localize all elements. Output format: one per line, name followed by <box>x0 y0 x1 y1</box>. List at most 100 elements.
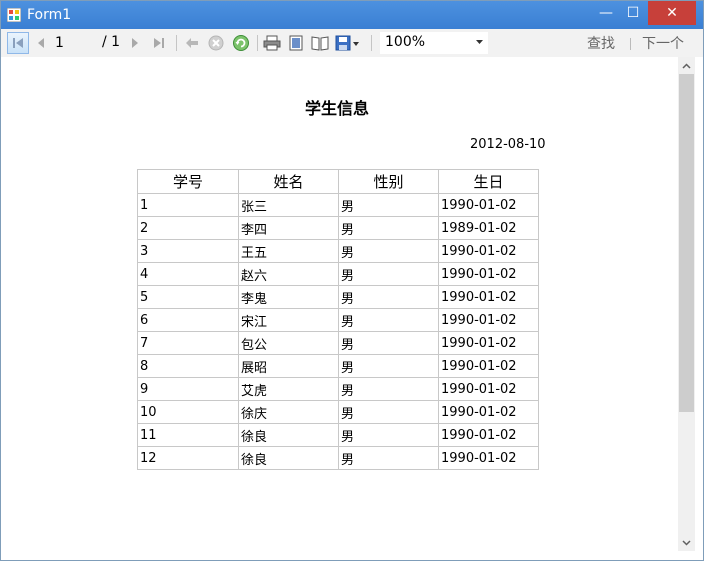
cell-gender: 男 <box>338 377 439 401</box>
export-button[interactable] <box>334 33 362 53</box>
cell-birthday: 1990-01-02 <box>438 308 539 332</box>
print-icon <box>263 35 281 51</box>
print-layout-button[interactable] <box>286 33 306 53</box>
find-next-button[interactable]: 下一个 <box>642 33 684 53</box>
cell-id: 5 <box>137 285 239 309</box>
current-page-input[interactable] <box>53 32 97 54</box>
table-row: 1 张三男 1990-01-02 <box>137 193 539 217</box>
cell-id: 2 <box>137 216 239 240</box>
cell-name: 徐良 <box>238 423 339 447</box>
cell-gender: 男 <box>338 285 439 309</box>
report-viewer[interactable]: 学生信息 2012-08-10 学号 姓名 性别 生日 1 张三男 1990-01-… <box>1 57 678 559</box>
app-window: Form1 — ☐ ✕ / 1 <box>0 0 704 561</box>
page-setup-icon <box>311 36 329 51</box>
table-row: 2 李四男 1989-01-02 <box>137 216 539 240</box>
column-header-id: 学号 <box>137 169 239 194</box>
prev-page-icon <box>38 38 44 48</box>
cell-name: 展昭 <box>238 354 339 378</box>
cell-gender: 男 <box>338 423 439 447</box>
cell-birthday: 1990-01-02 <box>438 423 539 447</box>
report-title: 学生信息 <box>304 99 369 118</box>
vertical-scrollbar[interactable] <box>678 57 695 551</box>
stop-button[interactable] <box>207 33 225 53</box>
table-row: 11 徐良男 1990-01-02 <box>137 423 539 447</box>
cell-gender: 男 <box>338 308 439 332</box>
first-page-button[interactable] <box>7 32 29 54</box>
cell-id: 8 <box>137 354 239 378</box>
cell-name: 赵六 <box>238 262 339 286</box>
cell-gender: 男 <box>338 400 439 424</box>
page-setup-button[interactable] <box>310 33 330 53</box>
table-row: 5 李鬼男 1990-01-02 <box>137 285 539 309</box>
export-icon <box>335 35 359 51</box>
cell-birthday: 1990-01-02 <box>438 354 539 378</box>
table-row: 4 赵六男 1990-01-02 <box>137 262 539 286</box>
cell-birthday: 1990-01-02 <box>438 400 539 424</box>
cell-name: 包公 <box>238 331 339 355</box>
title-bar[interactable]: Form1 — ☐ ✕ <box>1 1 703 29</box>
chevron-up-icon <box>682 62 691 69</box>
table-row: 6 宋江男 1990-01-02 <box>137 308 539 332</box>
table-row: 12 徐良男 1990-01-02 <box>137 446 539 470</box>
window-title: Form1 <box>27 7 72 23</box>
next-page-button[interactable] <box>127 33 143 53</box>
cell-id: 4 <box>137 262 239 286</box>
cell-id: 10 <box>137 400 239 424</box>
table-row: 3 王五男 1990-01-02 <box>137 239 539 263</box>
chevron-down-icon <box>682 539 691 546</box>
close-button[interactable]: ✕ <box>648 1 696 25</box>
scroll-thumb[interactable] <box>679 74 694 412</box>
zoom-value: 100% <box>385 34 426 50</box>
back-button[interactable] <box>183 33 201 53</box>
prev-page-button[interactable] <box>33 33 49 53</box>
cell-birthday: 1989-01-02 <box>438 216 539 240</box>
zoom-select[interactable]: 100% <box>380 32 488 54</box>
cell-gender: 男 <box>338 262 439 286</box>
total-pages: / 1 <box>102 34 121 50</box>
cell-name: 张三 <box>238 193 339 217</box>
cell-name: 徐庆 <box>238 400 339 424</box>
cell-name: 宋江 <box>238 308 339 332</box>
next-page-icon <box>132 38 138 48</box>
cell-birthday: 1990-01-02 <box>438 193 539 217</box>
last-page-button[interactable] <box>150 33 168 53</box>
cell-id: 6 <box>137 308 239 332</box>
column-header-name: 姓名 <box>238 169 339 194</box>
minimize-button[interactable]: — <box>595 1 617 25</box>
student-table: 学号 姓名 性别 生日 1 张三男 1990-01-02 2 李四男 1989-01-0… <box>137 169 539 470</box>
cell-birthday: 1990-01-02 <box>438 331 539 355</box>
chevron-down-icon <box>476 40 483 44</box>
scroll-down-button[interactable] <box>678 534 695 551</box>
cell-gender: 男 <box>338 193 439 217</box>
cell-id: 9 <box>137 377 239 401</box>
cell-gender: 男 <box>338 216 439 240</box>
cell-id: 12 <box>137 446 239 470</box>
table-row: 10 徐庆男 1990-01-02 <box>137 400 539 424</box>
print-button[interactable] <box>262 33 282 53</box>
cell-name: 李鬼 <box>238 285 339 309</box>
cell-gender: 男 <box>338 354 439 378</box>
maximize-button[interactable]: ☐ <box>622 1 644 25</box>
refresh-button[interactable] <box>231 33 251 53</box>
cell-name: 徐良 <box>238 446 339 470</box>
toolbar-separator <box>371 35 372 51</box>
scroll-up-button[interactable] <box>678 57 695 74</box>
cell-name: 李四 <box>238 216 339 240</box>
column-header-birthday: 生日 <box>438 169 539 194</box>
table-row: 7 包公男 1990-01-02 <box>137 331 539 355</box>
cell-gender: 男 <box>338 446 439 470</box>
cell-id: 1 <box>137 193 239 217</box>
toolbar-separator <box>176 35 177 51</box>
find-button[interactable]: 查找 <box>587 33 615 53</box>
table-row: 9 艾虎男 1990-01-02 <box>137 377 539 401</box>
toolbar-separator <box>630 38 631 50</box>
cell-gender: 男 <box>338 331 439 355</box>
app-icon <box>7 8 21 22</box>
table-header-row: 学号 姓名 性别 生日 <box>137 169 539 194</box>
column-header-gender: 性别 <box>338 169 439 194</box>
cell-birthday: 1990-01-02 <box>438 285 539 309</box>
cell-birthday: 1990-01-02 <box>438 446 539 470</box>
cell-birthday: 1990-01-02 <box>438 262 539 286</box>
cell-birthday: 1990-01-02 <box>438 377 539 401</box>
toolbar-separator <box>257 35 258 51</box>
